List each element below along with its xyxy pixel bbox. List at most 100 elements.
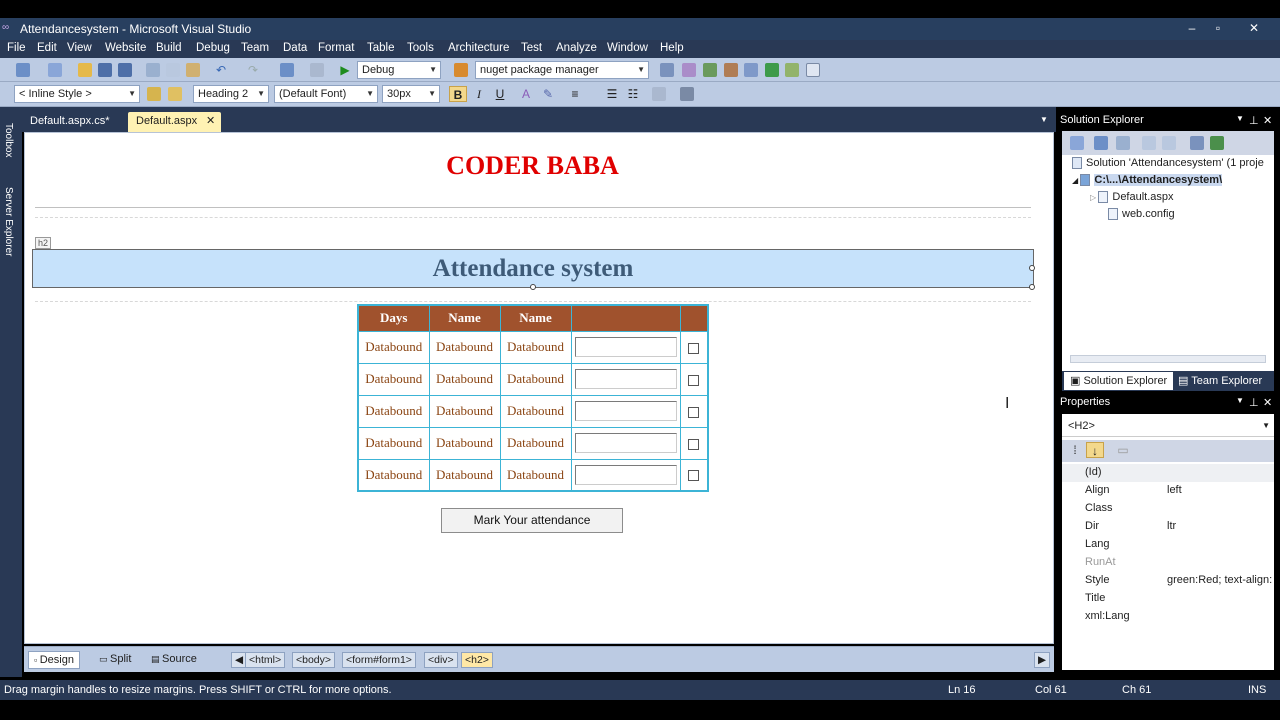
show-all-files-icon[interactable] (1094, 136, 1108, 150)
command-window-icon[interactable] (785, 63, 799, 77)
menu-test[interactable]: Test (521, 42, 542, 54)
property-row-title[interactable]: Title (1062, 590, 1274, 608)
menu-team[interactable]: Team (241, 42, 269, 54)
refresh-icon[interactable] (1116, 136, 1130, 150)
menu-view[interactable]: View (67, 42, 92, 54)
property-row-class[interactable]: Class (1062, 500, 1274, 518)
navigate-forward-icon[interactable] (310, 63, 324, 77)
underline-button[interactable]: U (491, 86, 509, 102)
attendance-gridview[interactable]: Days Name Name Databound Databound Datab… (357, 304, 709, 492)
tab-default-aspx[interactable]: Default.aspx ✕ (128, 112, 222, 132)
object-selector[interactable]: <H2> ▼ (1062, 417, 1274, 437)
file-node-default-aspx[interactable]: ▷ Default.aspx (1090, 191, 1174, 204)
solution-node[interactable]: Solution 'Attendancesystem' (1 proje (1072, 157, 1264, 170)
hyperlink-icon[interactable] (680, 87, 694, 101)
nest-related-files-icon[interactable] (1190, 136, 1204, 150)
split-view-button[interactable]: ▭ Split (94, 651, 136, 669)
property-row-runat[interactable]: RunAt (1062, 554, 1274, 572)
copy-website-icon[interactable] (1210, 136, 1224, 150)
toolbox-tab[interactable]: Toolbox (3, 123, 14, 157)
close-tab-icon[interactable]: ✕ (206, 114, 215, 127)
design-view-button[interactable]: ▫ Design (28, 651, 80, 669)
pin-icon[interactable]: ⊥ (1249, 114, 1259, 127)
block-format-select[interactable]: Heading 2 ▼ (193, 85, 269, 103)
menu-debug[interactable]: Debug (196, 42, 230, 54)
font-name-select[interactable]: (Default Font) ▼ (274, 85, 378, 103)
attendance-checkbox[interactable] (688, 470, 700, 482)
open-file-icon[interactable] (78, 63, 92, 77)
solution-configuration-select[interactable]: Debug ▼ (357, 61, 441, 79)
design-surface[interactable]: CODER BABA h2 Attendance system Days Nam… (24, 132, 1054, 644)
property-value[interactable]: ltr (1167, 520, 1274, 532)
object-browser-icon[interactable] (703, 63, 717, 77)
attendance-checkbox[interactable] (688, 374, 700, 386)
menu-table[interactable]: Table (367, 42, 395, 54)
property-row-xml-lang[interactable]: xml:Lang (1062, 608, 1274, 626)
attendance-heading[interactable]: Attendance system (32, 249, 1034, 288)
bullet-list-icon[interactable]: ☰ (603, 86, 621, 102)
undo-icon[interactable]: ↶ (212, 62, 230, 78)
attendance-textbox[interactable] (574, 337, 677, 357)
property-row-style[interactable]: Style green:Red; text-align: (1062, 572, 1274, 590)
menu-website[interactable]: Website (105, 42, 146, 54)
attendance-textbox[interactable] (574, 401, 677, 421)
menu-tools[interactable]: Tools (407, 42, 434, 54)
categorized-icon[interactable]: ⁞ (1066, 442, 1084, 458)
menu-build[interactable]: Build (156, 42, 182, 54)
toolbox-icon[interactable] (724, 63, 738, 77)
font-size-select[interactable]: 30px ▼ (382, 85, 440, 103)
property-pages-icon[interactable]: ▭ (1114, 442, 1132, 458)
menu-analyze[interactable]: Analyze (556, 42, 597, 54)
navigate-backward-icon[interactable] (280, 63, 294, 77)
breadcrumb-form[interactable]: <form#form1> (342, 652, 416, 668)
property-value[interactable]: left (1167, 484, 1274, 496)
breadcrumb-scroll-right[interactable]: ▶ (1034, 652, 1051, 668)
properties-icon[interactable] (1070, 136, 1084, 150)
save-all-icon[interactable] (118, 63, 132, 77)
find-combo-input[interactable]: nuget package manager ▼ (475, 61, 649, 79)
property-value[interactable]: green:Red; text-align: (1167, 574, 1274, 586)
minimize-button[interactable]: – (1182, 20, 1202, 36)
attendance-textbox[interactable] (574, 464, 677, 485)
justify-icon[interactable]: ≡ (566, 86, 584, 102)
property-row-dir[interactable]: Dir ltr (1062, 518, 1274, 536)
apply-style-icon[interactable] (168, 87, 182, 101)
start-debugging-icon[interactable]: ▶ (336, 62, 354, 78)
menu-architecture[interactable]: Architecture (448, 42, 509, 54)
numbered-list-icon[interactable]: ☷ (624, 86, 642, 102)
tab-list-chevron-icon[interactable]: ▼ (1040, 115, 1048, 124)
font-color-icon[interactable]: A (517, 86, 535, 102)
file-node-web-config[interactable]: web.config (1108, 208, 1175, 221)
panel-menu-chevron-icon[interactable]: ▼ (1236, 396, 1244, 405)
attendance-textbox[interactable] (574, 433, 677, 453)
cut-icon[interactable] (146, 63, 160, 77)
close-panel-icon[interactable]: ✕ (1263, 114, 1272, 127)
target-rule-select[interactable]: < Inline Style > ▼ (14, 85, 140, 103)
attendance-checkbox[interactable] (688, 342, 700, 354)
property-row-align[interactable]: Align left (1062, 482, 1274, 500)
redo-icon[interactable]: ↷ (244, 62, 262, 78)
menu-edit[interactable]: Edit (37, 42, 57, 54)
maximize-button[interactable]: ▫ (1208, 20, 1228, 36)
close-panel-icon[interactable]: ✕ (1263, 396, 1272, 409)
property-row-lang[interactable]: Lang (1062, 536, 1274, 554)
property-row-id[interactable]: (Id) (1062, 464, 1274, 482)
start-page-icon[interactable] (765, 63, 779, 77)
tab-default-aspx-cs[interactable]: Default.aspx.cs* (22, 112, 117, 132)
pin-icon[interactable]: ⊥ (1249, 396, 1259, 409)
new-style-icon[interactable] (147, 87, 161, 101)
view-code-icon[interactable] (1142, 136, 1156, 150)
view-designer-icon[interactable] (1162, 136, 1176, 150)
save-icon[interactable] (98, 63, 112, 77)
close-window-button[interactable]: ✕ (1244, 20, 1264, 36)
italic-button[interactable]: I (470, 86, 488, 102)
mark-attendance-button[interactable]: Mark Your attendance (441, 508, 623, 533)
resize-handle-bottom[interactable] (530, 284, 536, 290)
solution-explorer-icon[interactable] (660, 63, 674, 77)
project-node[interactable]: ◢ C:\...\Attendancesystem\ (1072, 174, 1223, 187)
menu-data[interactable]: Data (283, 42, 307, 54)
insert-table-icon[interactable] (652, 87, 666, 101)
add-item-icon[interactable] (48, 63, 62, 77)
highlight-icon[interactable]: ✎ (539, 86, 557, 102)
alphabetical-icon[interactable]: ↓ (1086, 442, 1104, 458)
